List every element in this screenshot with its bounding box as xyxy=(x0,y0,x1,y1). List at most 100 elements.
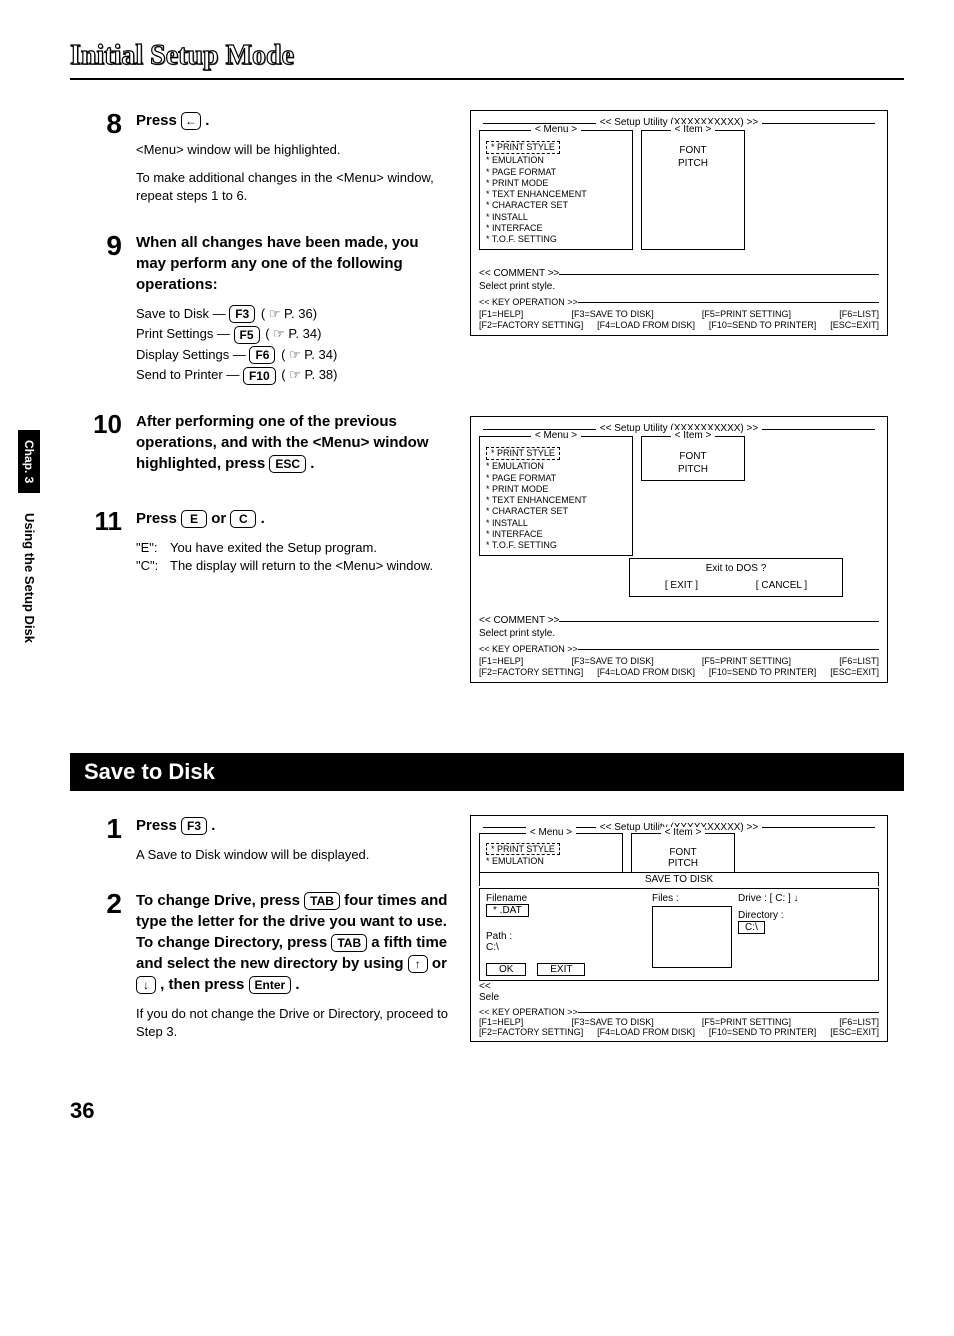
text: . xyxy=(205,112,209,129)
menu-panel: < Menu > PRINT STYLE EMULATION PAGE FORM… xyxy=(479,130,633,251)
directory-value[interactable]: C:\ xyxy=(738,921,765,934)
key-row: [F2=FACTORY SETTING] [F4=LOAD FROM DISK]… xyxy=(479,320,879,331)
op-line: Print Settings — F5 ( ☞ P. 34) xyxy=(136,325,450,344)
item-panel: < Item > FONT PITCH xyxy=(641,436,745,482)
text: or xyxy=(432,955,447,972)
enter-key: Enter xyxy=(249,976,292,994)
save-header: SAVE TO DISK xyxy=(479,872,879,886)
fn-key: [F3=SAVE TO DISK] xyxy=(571,309,653,320)
fn-key: [F5=PRINT SETTING] xyxy=(702,656,791,667)
files-list[interactable] xyxy=(652,906,732,968)
text: Press xyxy=(136,510,181,527)
fn-key: [F5=PRINT SETTING] xyxy=(702,309,791,320)
path-label: Path : xyxy=(486,931,646,942)
menu-item: T.O.F. SETTING xyxy=(486,234,626,245)
files-label: Files : xyxy=(652,893,732,904)
header-rule xyxy=(70,78,904,80)
path-value: C:\ xyxy=(486,942,646,953)
menu-item: EMULATION xyxy=(486,461,626,472)
menu-panel: < Menu > PRINT STYLE EMULATION PAGE FORM… xyxy=(479,436,633,557)
fn-key: [F3=SAVE TO DISK] xyxy=(571,1017,653,1027)
key-row: [F1=HELP] [F3=SAVE TO DISK] [F5=PRINT SE… xyxy=(479,656,879,667)
fn-key: [F5=PRINT SETTING] xyxy=(702,1017,791,1027)
fn-key: [F2=FACTORY SETTING] xyxy=(479,1027,583,1037)
drive-select[interactable]: Drive : [ C: ] ↓ xyxy=(738,893,858,904)
step-number: 2 xyxy=(70,890,136,1043)
text: Display Settings — xyxy=(136,347,249,362)
item-entry: PITCH xyxy=(638,858,728,869)
left-column-b: 1 Press F3 . A Save to Disk window will … xyxy=(70,815,450,1068)
op-line: Send to Printer — F10 ( ☞ P. 38) xyxy=(136,366,450,385)
page-ref: ( ☞ P. 34) xyxy=(279,347,339,362)
item-entry: FONT xyxy=(648,451,738,464)
text: Send to Printer — xyxy=(136,367,243,382)
item-panel: < Item > FONT PITCH xyxy=(631,833,735,873)
text: You have exited the Setup program. xyxy=(170,539,377,557)
menu-panel: < Menu > PRINT STYLE EMULATION xyxy=(479,833,623,873)
panel-label: < Menu > xyxy=(526,827,576,838)
f3-key: F3 xyxy=(229,305,255,323)
f10-key: F10 xyxy=(243,367,276,385)
cancel-button[interactable]: [ CANCEL ] xyxy=(756,580,807,593)
menu-item: PRINT STYLE xyxy=(486,447,560,460)
menu-item: INTERFACE xyxy=(486,223,626,234)
section-bar: Save to Disk xyxy=(70,753,904,791)
fn-key: [F1=HELP] xyxy=(479,1017,523,1027)
step-body-line: If you do not change the Drive or Direct… xyxy=(136,1005,450,1041)
step-9: 9 When all changes have been made, you m… xyxy=(70,232,450,387)
item-entry: FONT xyxy=(648,145,738,158)
keyop-label: << KEY OPERATION >> xyxy=(479,1007,578,1017)
step-head: Press F3 . xyxy=(136,815,369,836)
op-line: Save to Disk — F3 ( ☞ P. 36) xyxy=(136,305,450,324)
step-number: 10 xyxy=(70,411,136,484)
text: . xyxy=(310,455,314,472)
item-entry: FONT xyxy=(638,847,728,858)
step-b2: 2 To change Drive, press TAB four times … xyxy=(70,890,450,1043)
directory-label: Directory : xyxy=(738,910,858,921)
page-number: 36 xyxy=(70,1098,904,1124)
panel-label: < Item > xyxy=(671,124,716,135)
text: "E": xyxy=(136,539,170,557)
left-column: 8 Press ← . <Menu> window will be highli… xyxy=(70,110,450,723)
text: . xyxy=(261,510,265,527)
c-key: C xyxy=(230,510,256,528)
fn-key: [F3=SAVE TO DISK] xyxy=(571,656,653,667)
text: . xyxy=(295,976,299,993)
panel-label: < Menu > xyxy=(531,430,581,441)
step-number: 1 xyxy=(70,815,136,866)
menu-item: INTERFACE xyxy=(486,529,626,540)
item-entry: PITCH xyxy=(648,158,738,171)
text: Save to Disk — xyxy=(136,306,229,321)
menu-item: TEXT ENHANCEMENT xyxy=(486,189,626,200)
up-arrow-key: ↑ xyxy=(408,955,428,973)
right-column: << Setup Utility (XXXXXXXXXX) >> < Menu … xyxy=(470,110,890,723)
item-panel: < Item > FONT PITCH xyxy=(641,130,745,251)
exit-button[interactable]: EXIT xyxy=(537,963,585,976)
exit-button[interactable]: [ EXIT ] xyxy=(665,580,698,593)
menu-item: TEXT ENHANCEMENT xyxy=(486,495,626,506)
panel-label: < Item > xyxy=(661,827,706,838)
right-column-b: << Setup Utility (XXXXXXXXXX) >> < Menu … xyxy=(470,815,890,1068)
filename-value[interactable]: * .DAT xyxy=(486,904,529,917)
key-row: [F1=HELP] [F3=SAVE TO DISK] [F5=PRINT SE… xyxy=(479,1017,879,1027)
e-key: E xyxy=(181,510,207,528)
fn-key: [F6=LIST] xyxy=(839,1017,879,1027)
menu-item: EMULATION xyxy=(486,856,616,866)
text: Print Settings — xyxy=(136,326,234,341)
key-row: [F2=FACTORY SETTING] [F4=LOAD FROM DISK]… xyxy=(479,667,879,678)
setup-utility-screen-2: << Setup Utility (XXXXXXXXXX) >> < Menu … xyxy=(470,416,888,683)
step-11: 11 Press E or C . "E": You have exited t… xyxy=(70,508,450,575)
step-body-line: To make additional changes in the <Menu>… xyxy=(136,169,450,205)
fn-key: [F1=HELP] xyxy=(479,656,523,667)
menu-item: PRINT STYLE xyxy=(486,843,560,855)
text: To change Drive, press xyxy=(136,892,304,909)
menu-item: PAGE FORMAT xyxy=(486,167,626,178)
text: Press xyxy=(136,112,181,129)
comment-text: Select print style. xyxy=(479,628,879,641)
ok-button[interactable]: OK xyxy=(486,963,526,976)
text: The display will return to the <Menu> wi… xyxy=(170,557,433,575)
panel-label: < Menu > xyxy=(531,124,581,135)
fn-key: [ESC=EXIT] xyxy=(830,1027,879,1037)
op-line: Display Settings — F6 ( ☞ P. 34) xyxy=(136,346,450,365)
text: , then press xyxy=(160,976,248,993)
